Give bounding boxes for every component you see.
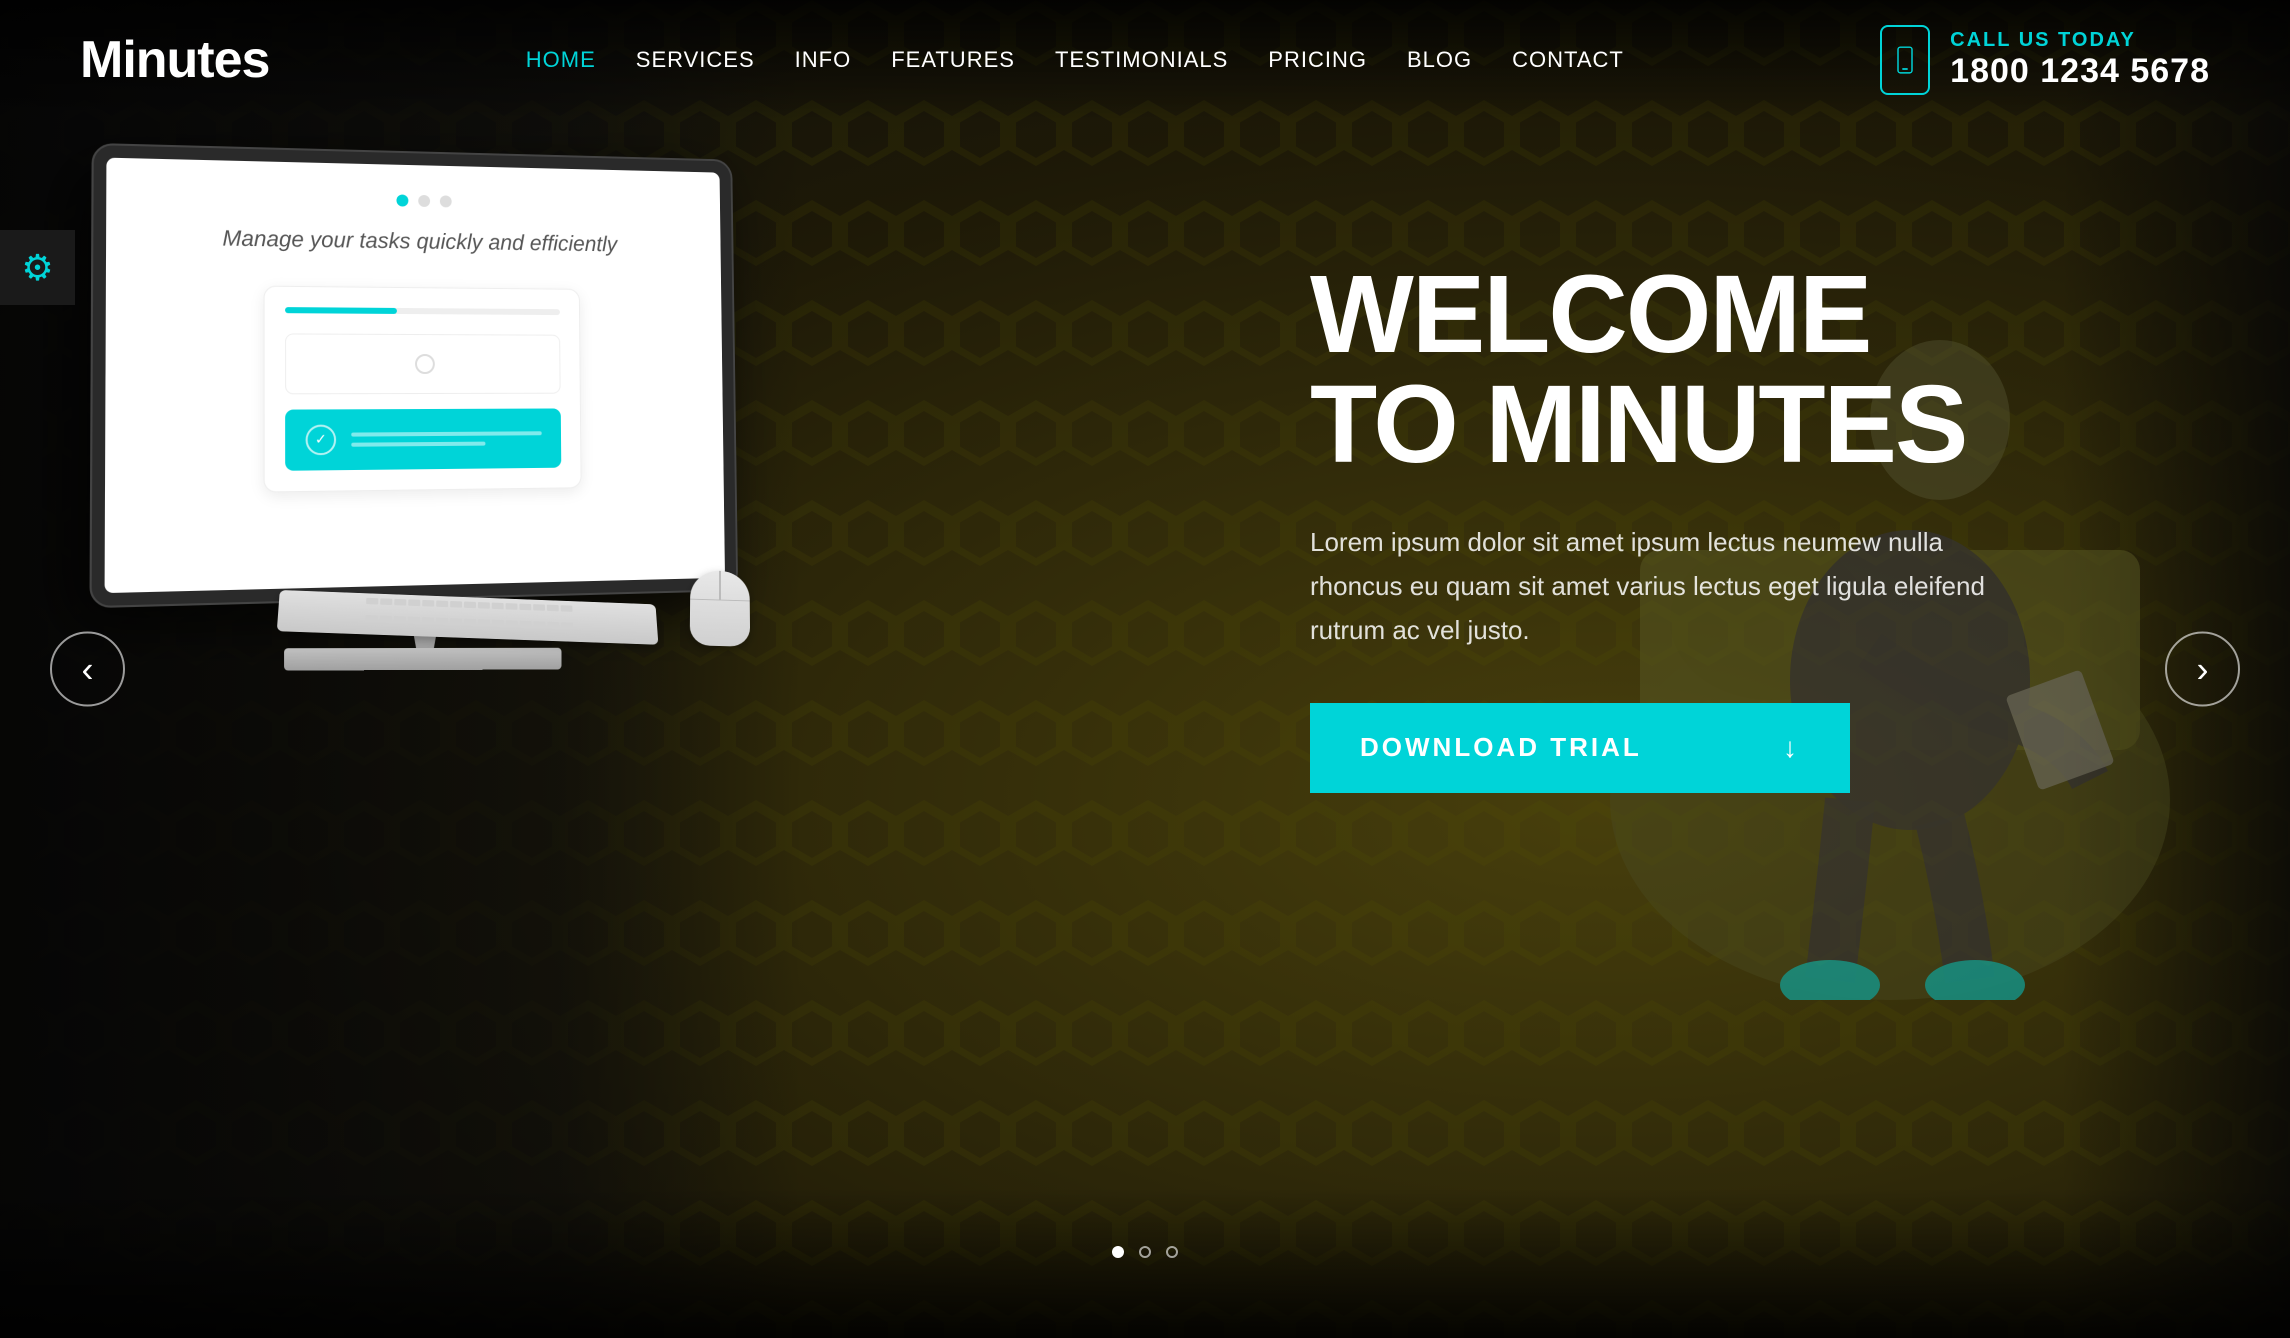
key — [492, 603, 504, 610]
mouse — [690, 570, 750, 647]
key — [534, 621, 546, 628]
carousel-dots — [1112, 1246, 1178, 1258]
key — [450, 601, 462, 608]
header: Minutes HOME SERVICES INFO FEATURES TEST… — [0, 0, 2290, 120]
check-circle-icon: ✓ — [306, 424, 337, 455]
nav-contact[interactable]: CONTACT — [1512, 47, 1624, 73]
dot-1 — [396, 194, 408, 206]
line-2 — [351, 441, 485, 446]
nav-blog[interactable]: BLOG — [1407, 47, 1472, 73]
nav-pricing[interactable]: PRICING — [1268, 47, 1367, 73]
progress-bar — [285, 307, 560, 315]
key — [450, 618, 462, 625]
task-action-btn: ✓ — [285, 408, 561, 470]
contact-info: CALL US TODAY 1800 1234 5678 — [1950, 29, 2210, 91]
key — [408, 599, 420, 606]
title-line2: TO MINUTES — [1310, 363, 1966, 486]
navigation: HOME SERVICES INFO FEATURES TESTIMONIALS… — [526, 47, 1624, 73]
key — [436, 600, 448, 607]
key — [506, 620, 518, 627]
carousel-dot-1[interactable] — [1112, 1246, 1124, 1258]
key — [365, 615, 377, 622]
key — [436, 617, 448, 624]
carousel-next-button[interactable]: › — [2165, 632, 2240, 707]
key — [380, 598, 392, 605]
stand-base — [284, 648, 561, 671]
phone-icon — [1880, 25, 1930, 95]
task-card: ✓ — [264, 285, 582, 492]
key — [506, 603, 518, 610]
header-contact: CALL US TODAY 1800 1234 5678 — [1880, 25, 2210, 95]
key — [394, 599, 406, 606]
settings-button[interactable]: ⚙ — [0, 230, 75, 305]
carousel-prev-button[interactable]: ‹ — [50, 632, 125, 707]
key — [478, 619, 490, 626]
logo[interactable]: Minutes — [80, 30, 269, 90]
download-btn-label: DOWNLOAD TRIAL — [1360, 732, 1642, 763]
key — [366, 598, 378, 605]
monitor-illustration: Manage your tasks quickly and efficientl… — [100, 150, 850, 670]
nav-info[interactable]: INFO — [795, 47, 852, 73]
arrow-left-icon: ‹ — [82, 648, 94, 690]
key — [492, 619, 504, 626]
circle-icon — [415, 354, 435, 374]
key — [380, 615, 392, 622]
carousel-dot-3[interactable] — [1166, 1246, 1178, 1258]
gear-icon: ⚙ — [21, 247, 53, 289]
line-1 — [351, 431, 541, 436]
key — [547, 605, 559, 612]
mobile-icon — [1891, 46, 1919, 74]
monitor-frame: Manage your tasks quickly and efficientl… — [89, 143, 738, 608]
key — [422, 617, 434, 624]
key — [561, 622, 573, 629]
slide-indicators — [396, 194, 451, 207]
dot-2 — [418, 195, 430, 207]
hero-description: Lorem ipsum dolor sit amet ipsum lectus … — [1310, 520, 2010, 653]
hero-section: Minutes HOME SERVICES INFO FEATURES TEST… — [0, 0, 2290, 1338]
check-icon: ✓ — [315, 431, 327, 448]
key — [519, 604, 531, 611]
hero-title: WELCOME TO MINUTES — [1310, 260, 2010, 480]
monitor-screen: Manage your tasks quickly and efficientl… — [105, 158, 725, 593]
mouse-buttons — [690, 570, 750, 602]
nav-home[interactable]: HOME — [526, 47, 596, 73]
nav-features[interactable]: FEATURES — [891, 47, 1015, 73]
key — [520, 620, 532, 627]
key — [422, 600, 434, 607]
key — [547, 621, 559, 628]
mouse-divider — [719, 571, 721, 600]
dot-3 — [440, 195, 452, 207]
nav-testimonials[interactable]: TESTIMONIALS — [1055, 47, 1228, 73]
bottom-overlay — [0, 1188, 2290, 1338]
hero-content: WELCOME TO MINUTES Lorem ipsum dolor sit… — [1310, 260, 2010, 793]
arrow-right-icon: › — [2197, 648, 2209, 690]
task-input-area — [285, 333, 561, 394]
monitor-slide-text: Manage your tasks quickly and efficientl… — [222, 223, 617, 260]
key — [561, 605, 573, 612]
key — [464, 602, 476, 609]
key — [478, 602, 490, 609]
nav-services[interactable]: SERVICES — [636, 47, 755, 73]
phone-number[interactable]: 1800 1234 5678 — [1950, 52, 2210, 91]
key — [408, 616, 420, 623]
task-lines — [351, 431, 542, 446]
key — [464, 618, 476, 625]
key — [533, 604, 545, 611]
carousel-dot-2[interactable] — [1139, 1246, 1151, 1258]
call-label: CALL US TODAY — [1950, 29, 2210, 52]
progress-fill — [285, 307, 397, 314]
monitor-wrapper: Manage your tasks quickly and efficientl… — [100, 150, 750, 670]
download-icon: ↓ — [1783, 732, 1800, 764]
key — [394, 616, 406, 623]
title-line1: WELCOME — [1310, 253, 1870, 376]
download-trial-button[interactable]: DOWNLOAD TRIAL ↓ — [1310, 703, 1850, 793]
